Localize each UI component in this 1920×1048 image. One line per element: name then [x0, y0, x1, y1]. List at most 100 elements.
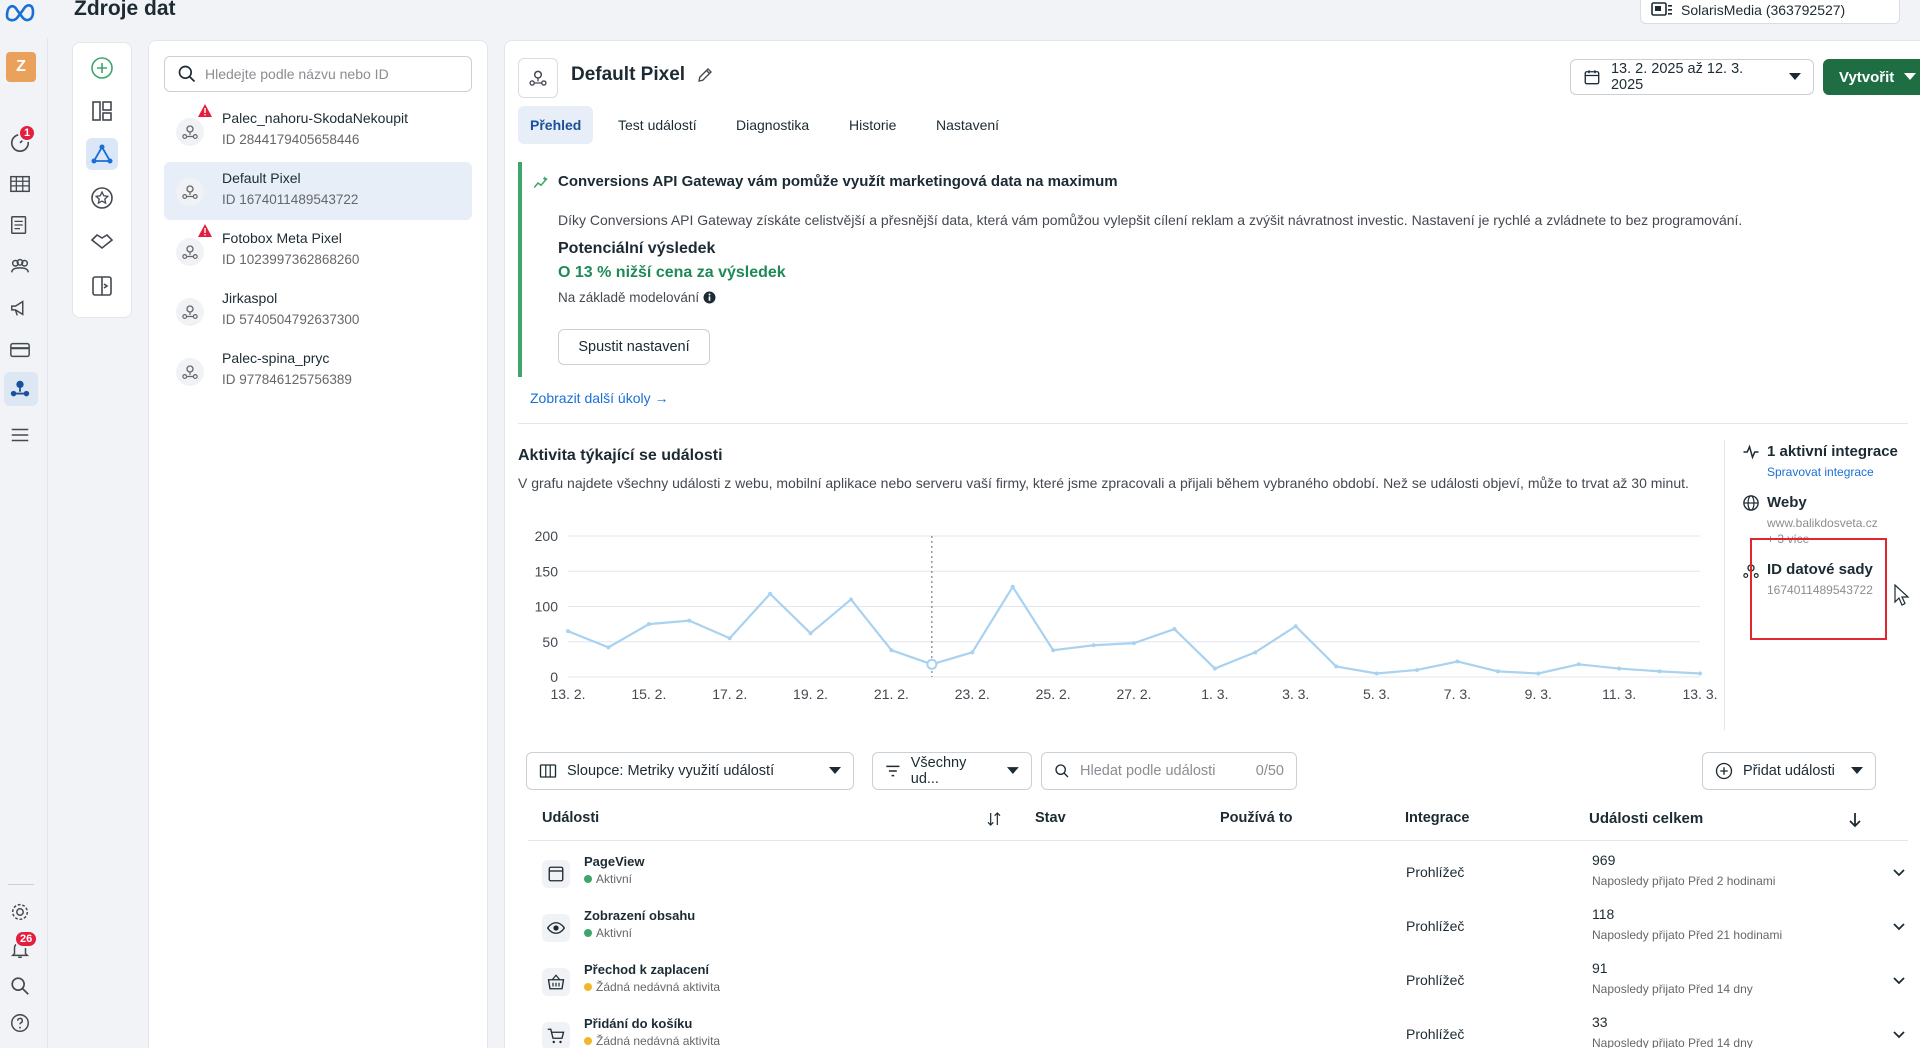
chevron-down-icon[interactable]: [1892, 974, 1906, 988]
x-tick-label: 13. 2.: [550, 686, 585, 702]
megaphone-icon: [11, 300, 24, 316]
x-tick-label: 7. 3.: [1444, 686, 1471, 702]
data-sources-tool[interactable]: [86, 138, 118, 170]
info-icon[interactable]: [703, 291, 716, 304]
tab-diagnostics[interactable]: Diagnostika: [724, 106, 821, 144]
add-events-button[interactable]: Přidat události: [1702, 752, 1876, 790]
table-row[interactable]: Přidání do košíku Žádná nedávná aktivita P…: [528, 1008, 1908, 1048]
create-button[interactable]: Vytvořit: [1823, 59, 1920, 95]
pages-icon: [11, 216, 27, 234]
event-last-received: Naposledy přijato Před 21 hodinami: [1592, 928, 1783, 942]
event-total: 969: [1592, 852, 1616, 868]
event-last-received: Naposledy přijato Před 14 dny: [1592, 1036, 1753, 1048]
pixel-icon: [529, 70, 547, 86]
source-name: Jirkaspol: [222, 290, 278, 306]
data-point: [1576, 662, 1581, 667]
banner-description: Díky Conversions API Gateway získáte cel…: [558, 212, 1743, 228]
header-integration[interactable]: Integrace: [1405, 810, 1469, 826]
account-avatar[interactable]: Z: [6, 52, 36, 82]
rail-events-manager[interactable]: [8, 377, 32, 401]
add-events-label: Přidat události: [1743, 763, 1835, 779]
source-list-item[interactable]: Default Pixel ID 1674011489543722: [164, 162, 472, 220]
event-search-input[interactable]: Hledat podle události 0/50: [1041, 752, 1297, 790]
rail-menu[interactable]: [8, 423, 32, 447]
source-list-item[interactable]: Fotobox Meta Pixel ID 1023997362868260: [164, 222, 472, 280]
table-row[interactable]: Zobrazení obsahu Aktivní Prohlížeč 118 Napos…: [528, 900, 1908, 954]
account-selector[interactable]: SolarisMedia (363792527): [1640, 0, 1900, 24]
rail-pages[interactable]: [8, 213, 32, 237]
rail-audiences[interactable]: [8, 254, 32, 278]
start-setup-button[interactable]: Spustit nastavení: [558, 329, 710, 365]
event-integration: Prohlížeč: [1406, 918, 1465, 934]
edit-pencil-icon[interactable]: [696, 66, 714, 84]
caret-down-icon: [1904, 73, 1917, 80]
partner-integrations-tool[interactable]: [86, 225, 118, 257]
event-filter-dropdown[interactable]: Všechny ud...: [872, 752, 1032, 790]
overview-tool[interactable]: [86, 95, 118, 127]
rail-help[interactable]: [8, 1011, 32, 1035]
rail-table[interactable]: [8, 172, 32, 196]
event-status-text: Aktivní: [596, 926, 633, 940]
tab-history[interactable]: Historie: [837, 106, 908, 144]
header-events[interactable]: Události: [542, 810, 599, 826]
source-id: ID 1674011489543722: [222, 192, 359, 207]
account-name: SolarisMedia (363792527): [1681, 2, 1846, 18]
data-point: [1010, 584, 1015, 589]
chevron-down-icon[interactable]: [1892, 866, 1906, 880]
add-source-button[interactable]: [86, 52, 118, 84]
rail-billing[interactable]: [8, 338, 32, 362]
alerts-badge: 26: [14, 930, 39, 948]
source-list-item[interactable]: Palec-spina_pryc ID 977846125756389: [164, 342, 472, 400]
status-dot: [584, 1037, 592, 1045]
tab-test-events[interactable]: Test událostí: [606, 106, 709, 144]
header-total-events[interactable]: Události celkem: [1589, 810, 1703, 827]
rail-settings[interactable]: [8, 900, 32, 924]
x-tick-label: 11. 3.: [1602, 686, 1636, 702]
x-tick-label: 1. 3.: [1201, 686, 1228, 702]
pixel-icon: [176, 178, 204, 206]
credit-card-icon: [10, 342, 30, 358]
event-name: Zobrazení obsahu: [584, 908, 696, 923]
business-tool[interactable]: [86, 270, 118, 302]
source-search-input[interactable]: Hledejte podle názvu nebo ID: [164, 56, 472, 92]
business-card-icon: [1651, 2, 1672, 16]
header-status[interactable]: Stav: [1035, 810, 1066, 826]
arrow-down-icon[interactable]: [1848, 812, 1862, 828]
source-list-item[interactable]: Palec_nahoru-SkodaNekoupit ID 28441794056…: [164, 102, 472, 160]
table-row[interactable]: Přechod k zaplacení Žádná nedávná aktivit…: [528, 954, 1908, 1008]
table-row[interactable]: PageView Aktivní Prohlížeč 969 Naposledy při…: [528, 846, 1908, 900]
meta-logo-icon[interactable]: [4, 0, 36, 22]
tab-settings[interactable]: Nastavení: [924, 106, 1011, 144]
columns-dropdown[interactable]: Sloupce: Metriky využití událostí: [526, 752, 854, 790]
event-search-placeholder: Hledat podle události: [1080, 763, 1216, 779]
chevron-down-icon[interactable]: [1892, 920, 1906, 934]
rail-campaigns[interactable]: [8, 296, 32, 320]
active-integrations-label: 1 aktivní integrace: [1767, 443, 1898, 460]
chevron-down-icon[interactable]: [1892, 1028, 1906, 1042]
header-used-by[interactable]: Používá to: [1220, 810, 1293, 826]
custom-conversions-tool[interactable]: [86, 182, 118, 214]
status-dot: [584, 983, 592, 991]
event-integration: Prohlížeč: [1406, 864, 1465, 880]
section-divider: [518, 423, 1908, 424]
data-point: [1536, 671, 1541, 676]
source-id: ID 2844179405658446: [222, 132, 360, 147]
warning-icon: [198, 224, 212, 237]
event-status-text: Žádná nedávná aktivita: [596, 980, 721, 994]
eye-icon: [542, 914, 570, 942]
manage-integrations-link[interactable]: Spravovat integrace: [1767, 465, 1874, 479]
event-activity-chart[interactable]: 0 50 100 150 200 13. 2. 15. 2. 17. 2. 19. 2. 21. …: [520, 520, 1720, 705]
page-icon: [542, 860, 570, 888]
show-more-tasks-link[interactable]: Zobrazit další úkoly →: [530, 390, 669, 406]
sort-icon[interactable]: [986, 811, 1002, 827]
source-id: ID 1023997362868260: [222, 252, 360, 267]
date-range-text: 13. 2. 2025 až 12. 3. 2025: [1610, 61, 1744, 93]
data-point: [1657, 669, 1662, 674]
source-list-item[interactable]: Jirkaspol ID 5740504792637300: [164, 282, 472, 340]
date-range-picker[interactable]: 13. 2. 2025 až 12. 3. 2025: [1570, 59, 1814, 95]
data-point: [1091, 643, 1096, 648]
filter-label: Všechny ud...: [910, 755, 967, 787]
rail-search[interactable]: [8, 974, 32, 998]
source-name: Fotobox Meta Pixel: [222, 230, 342, 246]
tab-overview[interactable]: Přehled: [518, 106, 594, 144]
